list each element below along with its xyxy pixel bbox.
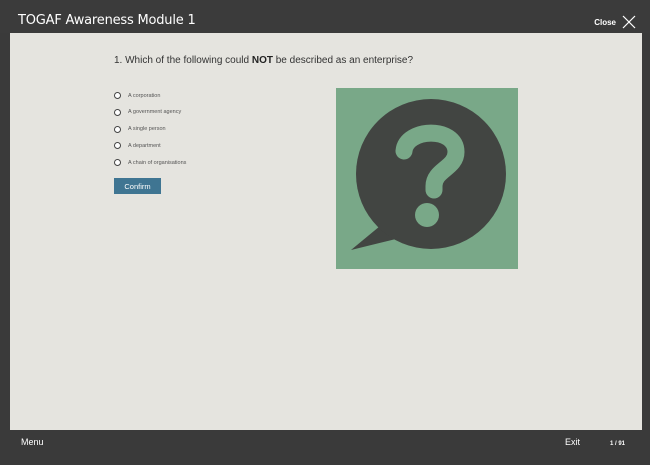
option-government-agency[interactable]: A government agency xyxy=(114,107,186,118)
radio-button[interactable] xyxy=(114,92,121,99)
radio-button[interactable] xyxy=(114,142,121,150)
question-illustration xyxy=(336,88,518,269)
option-department[interactable]: A department xyxy=(114,140,186,151)
option-label: A chain of organisations xyxy=(128,159,187,166)
exit-button[interactable]: Exit xyxy=(565,437,580,447)
confirm-button[interactable]: Confirm xyxy=(114,178,161,194)
radio-button[interactable] xyxy=(114,108,121,116)
menu-button[interactable]: Menu xyxy=(21,437,44,447)
question-panel: 1. Which of the following could NOT be d… xyxy=(10,33,642,430)
bottom-bar: Menu Exit 1 / 91 xyxy=(0,430,650,465)
option-label: A single person xyxy=(128,126,166,133)
question-speech-bubble-icon xyxy=(351,99,506,250)
close-icon xyxy=(622,15,636,29)
option-label: A department xyxy=(128,142,161,149)
option-corporation[interactable]: A corporation xyxy=(114,90,186,101)
option-chain-of-organisations[interactable]: A chain of organisations xyxy=(114,157,186,168)
radio-button[interactable] xyxy=(114,125,121,133)
top-bar: TOGAF Awareness Module 1 Close xyxy=(0,0,650,33)
option-single-person[interactable]: A single person xyxy=(114,124,186,135)
radio-button[interactable] xyxy=(114,159,121,167)
question-text: 1. Which of the following could NOT be d… xyxy=(114,55,414,66)
module-title: TOGAF Awareness Module 1 xyxy=(18,13,196,28)
option-label: A corporation xyxy=(128,92,161,99)
close-button[interactable]: Close xyxy=(594,14,636,30)
page-counter: 1 / 91 xyxy=(610,441,626,447)
close-label: Close xyxy=(594,17,616,27)
question-emphasis: NOT xyxy=(251,55,273,66)
option-label: A government agency xyxy=(128,109,182,116)
answer-options: A corporation A government agency A sing… xyxy=(114,90,186,174)
